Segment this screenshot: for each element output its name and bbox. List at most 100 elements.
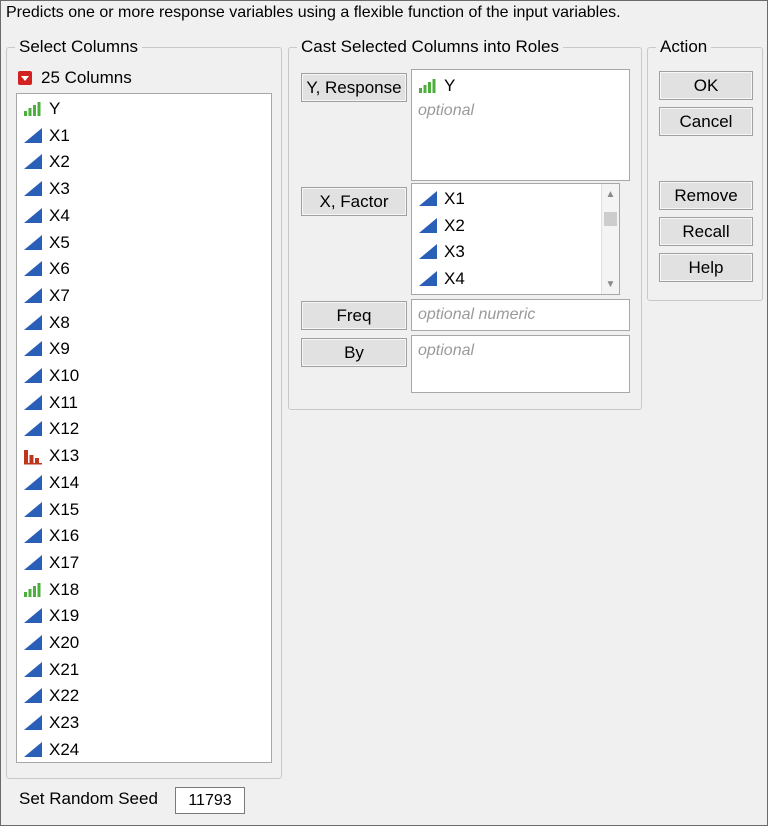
random-seed-input[interactable] [175, 787, 245, 814]
column-item-label: X10 [49, 366, 80, 385]
scroll-thumb[interactable] [604, 212, 617, 226]
x-factor-item[interactable]: X4 [418, 266, 465, 292]
y-response-placeholder: optional [418, 102, 475, 119]
dialog-window: Predicts one or more response variables … [0, 0, 768, 826]
scroll-up-icon[interactable]: ▲ [602, 186, 619, 202]
column-item[interactable]: X11 [23, 390, 78, 416]
column-item[interactable]: X17 [23, 550, 79, 576]
column-item[interactable]: Y [23, 96, 60, 122]
continuous-icon [23, 687, 43, 705]
column-item-label: X12 [49, 419, 80, 439]
continuous-icon [23, 287, 43, 305]
y-response-button[interactable]: Y, Response [301, 73, 407, 102]
column-item-label: X20 [49, 633, 80, 652]
column-item-label: Y [49, 99, 61, 118]
column-item[interactable]: X22 [23, 683, 79, 709]
column-item[interactable]: X19 [23, 603, 79, 629]
column-item[interactable]: X13 [23, 443, 79, 469]
continuous-icon [23, 153, 43, 171]
column-item[interactable]: X3 [23, 176, 70, 202]
column-item[interactable]: X9 [23, 336, 70, 362]
continuous-icon [23, 234, 43, 252]
column-item[interactable]: X12 [23, 416, 79, 442]
column-item[interactable]: X15 [23, 497, 79, 523]
column-item[interactable]: X10 [23, 363, 79, 389]
column-item-label: X2 [49, 152, 70, 172]
x-factor-scrollbar[interactable]: ▲ ▼ [601, 184, 619, 294]
cast-roles-title: Cast Selected Columns into Roles [297, 36, 563, 58]
column-count-label: 25 Columns [41, 68, 132, 87]
column-list[interactable]: Y X1 X2 X3 X4 X5 X6 X7 X8 X9 X10 X11 X12 X13 X14 X15 X16… [16, 93, 272, 763]
column-item[interactable]: X4 [23, 203, 70, 229]
continuous-icon [23, 207, 43, 225]
continuous-icon [23, 661, 43, 679]
ok-button[interactable]: OK [659, 71, 753, 100]
by-button[interactable]: By [301, 338, 407, 367]
continuous-icon [23, 340, 43, 358]
x-factor-item-label: X1 [444, 189, 465, 208]
column-item[interactable]: X14 [23, 470, 79, 496]
scroll-down-icon[interactable]: ▼ [602, 276, 619, 292]
x-factor-item-label: X3 [444, 242, 465, 262]
freq-field[interactable]: optional numeric [411, 299, 630, 331]
continuous-icon [23, 527, 43, 545]
continuous-icon [418, 190, 438, 208]
x-factor-button[interactable]: X, Factor [301, 187, 407, 216]
x-factor-item[interactable]: X3 [418, 239, 465, 265]
continuous-icon [418, 270, 438, 288]
column-item-label: X19 [49, 606, 80, 626]
random-seed-label: Set Random Seed [19, 789, 158, 808]
y-response-list[interactable]: Y optional [411, 69, 630, 181]
continuous-icon [418, 217, 438, 235]
continuous-icon [23, 420, 43, 438]
continuous-icon [23, 314, 43, 332]
continuous-icon [23, 741, 43, 759]
continuous-icon [23, 714, 43, 732]
remove-button[interactable]: Remove [659, 181, 753, 210]
cancel-button[interactable]: Cancel [659, 107, 753, 136]
column-item-label: X7 [49, 285, 70, 305]
column-item[interactable]: X2 [23, 149, 70, 175]
column-item-label: X23 [49, 713, 80, 733]
continuous-icon [23, 394, 43, 412]
column-item[interactable]: X5 [23, 230, 70, 256]
column-item-label: X16 [49, 526, 80, 546]
column-item[interactable]: X21 [23, 657, 79, 683]
help-button[interactable]: Help [659, 253, 753, 282]
by-placeholder: optional [418, 342, 475, 359]
column-item[interactable]: X8 [23, 310, 70, 336]
continuous-icon [418, 243, 438, 261]
by-list[interactable]: optional [411, 335, 630, 393]
description-text: Predicts one or more response variables … [6, 4, 621, 21]
column-item[interactable]: X6 [23, 256, 70, 282]
column-item[interactable]: X23 [23, 710, 79, 736]
continuous-icon [23, 180, 43, 198]
x-factor-item[interactable]: X1 [418, 186, 465, 212]
select-columns-title: Select Columns [15, 36, 143, 58]
column-item[interactable]: X16 [23, 523, 79, 549]
column-item[interactable]: X20 [23, 630, 79, 656]
column-item[interactable]: X1 [23, 123, 70, 149]
continuous-ordinal-icon [418, 77, 438, 95]
column-item-label: X3 [49, 179, 70, 199]
column-item-label: X13 [49, 446, 80, 466]
recall-button[interactable]: Recall [659, 217, 753, 246]
column-item[interactable]: X7 [23, 283, 70, 309]
continuous-icon [23, 634, 43, 652]
column-item[interactable]: X24 [23, 737, 79, 763]
column-item[interactable]: X18 [23, 577, 79, 603]
column-item-label: X18 [49, 579, 80, 599]
freq-button[interactable]: Freq [301, 301, 407, 330]
continuous-icon [23, 260, 43, 278]
list-item[interactable]: Y [418, 73, 455, 99]
continuous-icon [23, 607, 43, 625]
x-factor-list[interactable]: ▲ ▼ X1 X2 X3 X4 [411, 183, 620, 295]
y-response-item-label: Y [444, 76, 456, 95]
x-factor-item-label: X4 [444, 269, 465, 289]
continuous-icon [23, 474, 43, 492]
action-title: Action [656, 36, 712, 58]
x-factor-item[interactable]: X2 [418, 213, 465, 239]
column-item-label: X24 [49, 739, 80, 759]
continuous-icon [23, 554, 43, 572]
columns-disclosure-icon[interactable] [18, 71, 32, 85]
